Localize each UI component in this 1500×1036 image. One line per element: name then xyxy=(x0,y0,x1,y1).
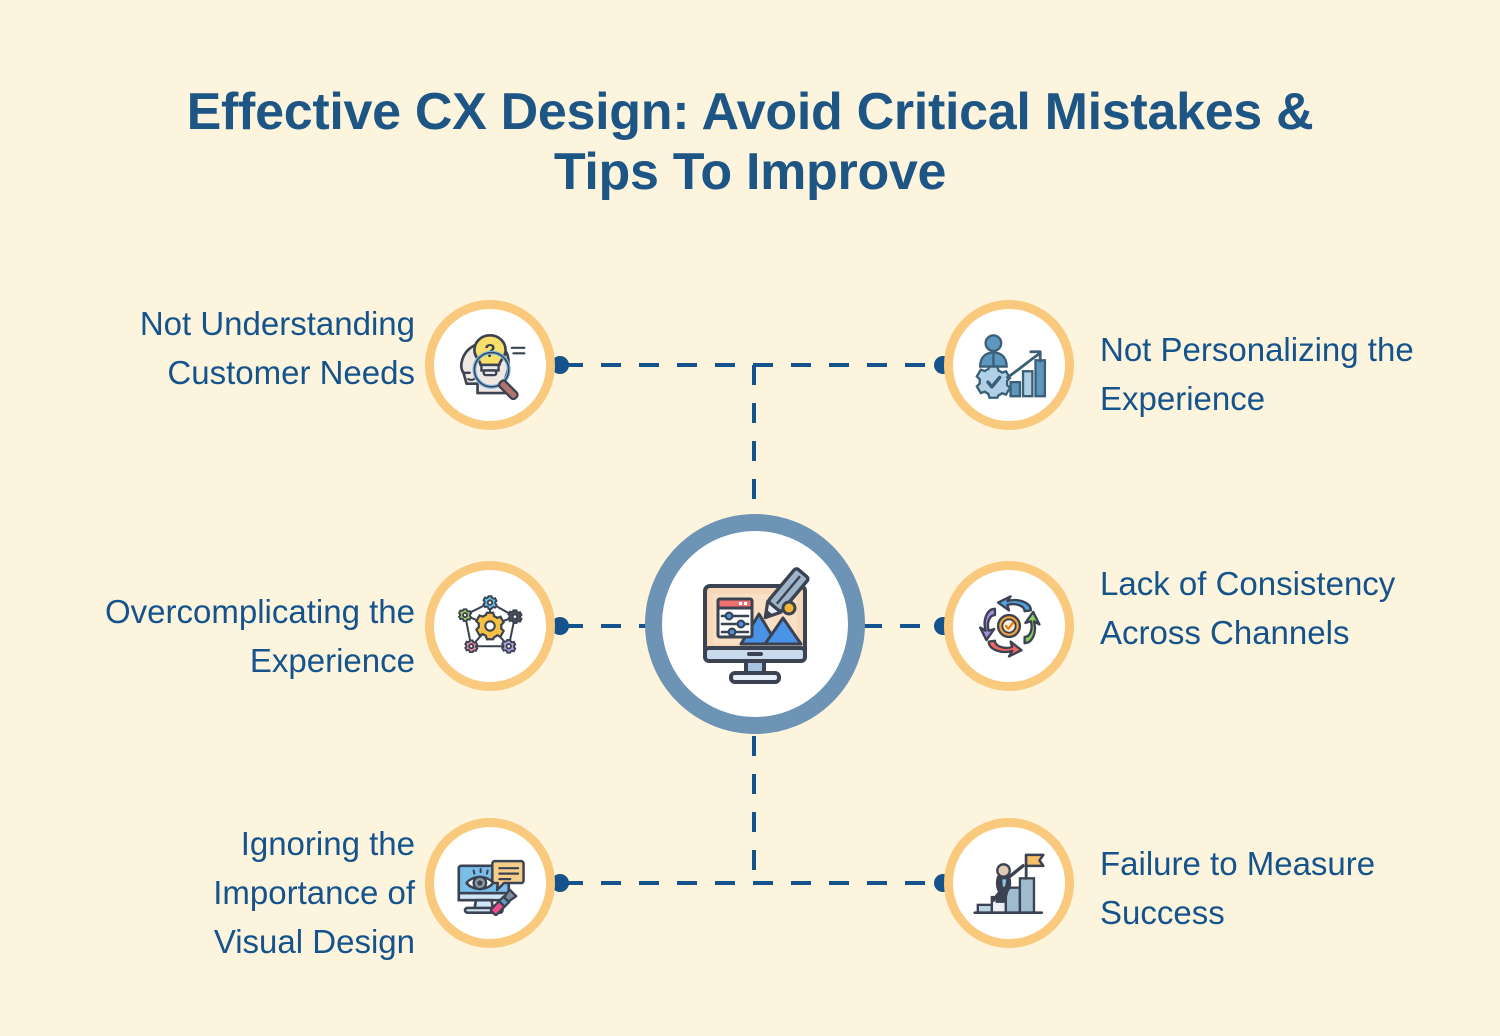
person-gear-bar-chart-growth-icon xyxy=(975,334,1047,399)
node-item-5[interactable] xyxy=(425,818,555,948)
node-item-3[interactable] xyxy=(425,561,555,691)
monitor-eye-brush-speech-icon xyxy=(457,859,525,917)
gear-network-icon xyxy=(457,595,523,654)
node-label-1: Not Understanding Customer Needs xyxy=(139,305,415,391)
monitor-design-pencil-icon xyxy=(703,567,810,684)
node-label-6: Failure to Measure Success xyxy=(1100,845,1376,931)
node-item-1[interactable]: ? xyxy=(425,300,555,430)
center-node[interactable] xyxy=(645,514,865,734)
infographic-canvas: Effective CX Design: Avoid Critical Mist… xyxy=(0,0,1500,1036)
node-label-5: Ignoring the Importance of Visual Design xyxy=(213,825,415,960)
person-climbing-stairs-flag-icon xyxy=(973,853,1045,914)
cycle-arrows-check-icon xyxy=(978,595,1041,658)
node-label-4: Lack of Consistency Across Channels xyxy=(1100,565,1396,651)
node-label-3: Overcomplicating the Experience xyxy=(105,593,415,679)
node-item-2[interactable] xyxy=(944,300,1074,430)
node-label-2: Not Personalizing the Experience xyxy=(1100,331,1414,417)
node-item-4[interactable] xyxy=(944,561,1074,691)
head-lightbulb-question-magnifier-icon: ? xyxy=(460,334,526,401)
node-item-6[interactable] xyxy=(944,818,1074,948)
